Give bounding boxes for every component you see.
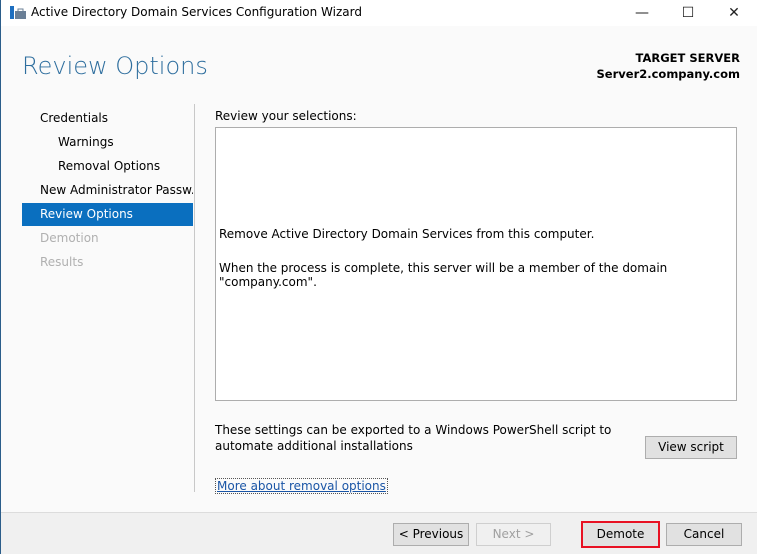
nav-review-options[interactable]: Review Options bbox=[22, 203, 193, 226]
next-button: Next > bbox=[476, 523, 551, 546]
export-text: These settings can be exported to a Wind… bbox=[215, 423, 612, 453]
nav-divider bbox=[194, 104, 195, 492]
view-script-button[interactable]: View script bbox=[645, 436, 737, 459]
demote-button[interactable]: Demote bbox=[581, 521, 660, 548]
page-title: Review Options bbox=[22, 52, 208, 80]
app-icon bbox=[10, 6, 26, 19]
previous-button[interactable]: < Previous bbox=[393, 523, 469, 546]
nav-credentials[interactable]: Credentials bbox=[22, 107, 193, 130]
review-line: When the process is complete, this serve… bbox=[219, 261, 668, 289]
window-title: Active Directory Domain Services Configu… bbox=[31, 5, 362, 19]
nav-demotion: Demotion bbox=[40, 231, 99, 245]
close-button[interactable]: ✕ bbox=[711, 2, 757, 24]
nav-warnings[interactable]: Warnings bbox=[22, 131, 193, 154]
minimize-button[interactable]: — bbox=[619, 2, 665, 24]
target-server-label: TARGET SERVER bbox=[635, 51, 740, 65]
nav-new-administrator-password[interactable]: New Administrator Passw... bbox=[22, 179, 193, 202]
nav-removal-options[interactable]: Removal Options bbox=[22, 155, 193, 178]
target-server-value: Server2.company.com bbox=[596, 67, 740, 81]
review-line: Remove Active Directory Domain Services … bbox=[219, 227, 595, 241]
cancel-button[interactable]: Cancel bbox=[666, 523, 742, 546]
maximize-button[interactable]: ☐ bbox=[665, 2, 711, 24]
review-selections-box[interactable]: Remove Active Directory Domain Services … bbox=[215, 127, 737, 401]
review-label: Review your selections: bbox=[215, 109, 357, 123]
more-about-removal-link[interactable]: More about removal options bbox=[215, 478, 388, 494]
title-bar: Active Directory Domain Services Configu… bbox=[1, 0, 757, 26]
nav-results: Results bbox=[40, 255, 84, 269]
